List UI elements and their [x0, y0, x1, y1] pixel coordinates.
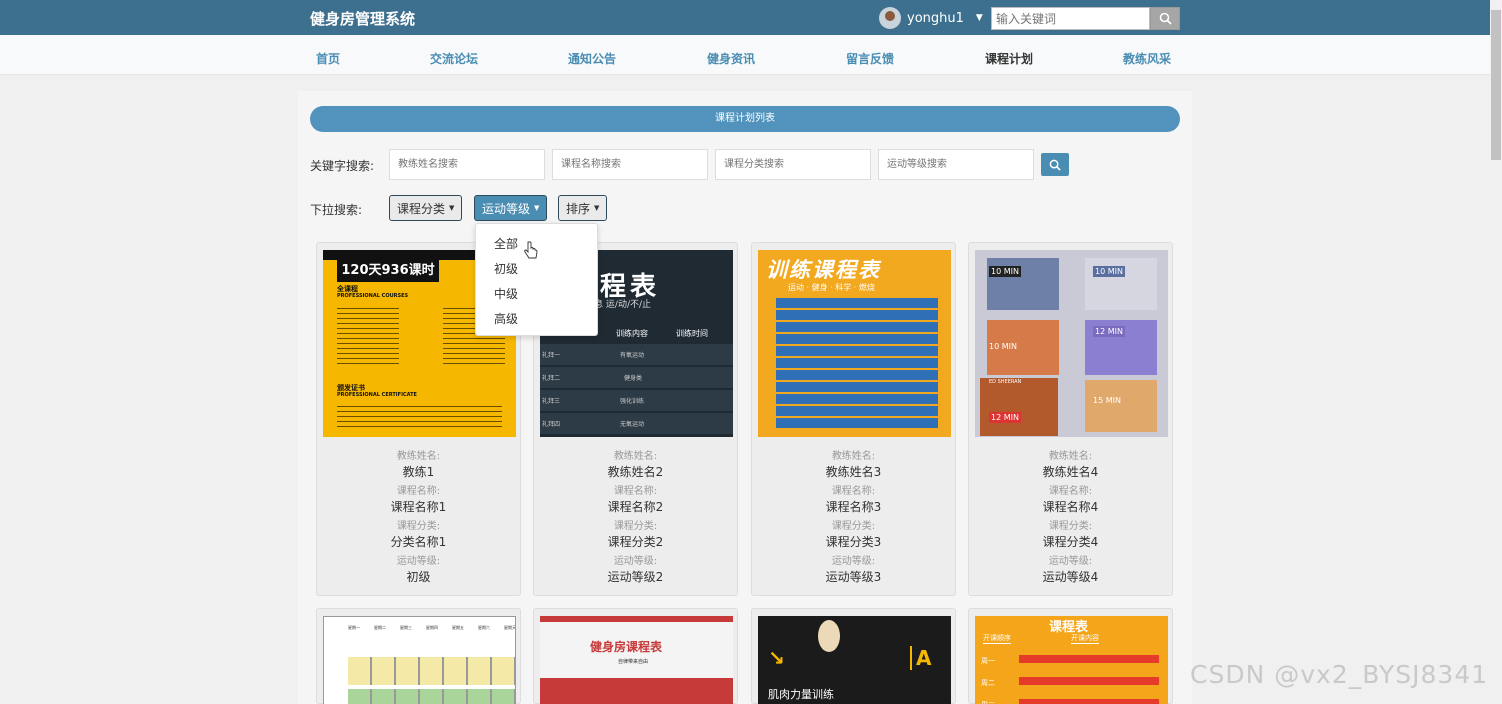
- level-value: 运动等级2: [607, 570, 664, 584]
- course-value: 课程名称4: [1042, 500, 1099, 514]
- menu-item-all[interactable]: 全部: [494, 235, 518, 252]
- nav-coach-style[interactable]: 教练风采: [1123, 50, 1171, 67]
- caret-down-icon: ▼: [534, 204, 540, 212]
- dropdown-search-label: 下拉搜索:: [310, 203, 363, 217]
- keyword-search-button[interactable]: [1041, 153, 1069, 176]
- course-image[interactable]: ↘ A 肌肉力量训练: [758, 616, 951, 704]
- coach-label: 教练姓名:: [831, 451, 876, 462]
- coach-label: 教练姓名:: [1048, 451, 1093, 462]
- course-category-dropdown[interactable]: 课程分类 ▼: [389, 195, 463, 221]
- coach-label: 教练姓名:: [396, 451, 441, 462]
- header-search-input[interactable]: [991, 7, 1150, 30]
- scrollbar-thumb[interactable]: [1491, 10, 1501, 160]
- course-image[interactable]: 健身房课程表 自律带来自由: [540, 616, 733, 704]
- level-label: 运动等级:: [1048, 556, 1093, 567]
- category-value: 分类名称1: [390, 535, 447, 549]
- level-dropdown[interactable]: 运动等级 ▼: [474, 195, 548, 221]
- course-card[interactable]: 10 MIN 10 MIN 10 MIN 12 MIN ED SHEERAN 1…: [968, 242, 1173, 596]
- course-label: 课程名称:: [831, 486, 876, 497]
- menu-item-advanced[interactable]: 高级: [494, 310, 518, 327]
- course-image[interactable]: 星期一 星期二 星期三 星期四 星期五 星期六 星期天: [323, 616, 516, 704]
- category-value: 课程分类2: [607, 535, 664, 549]
- course-card[interactable]: 训练课程表 运动 · 健身 · 科学 · 燃烧 教练姓名: 教练姓名3 课程名称…: [751, 242, 956, 596]
- nav-course-plan[interactable]: 课程计划: [985, 50, 1033, 67]
- course-card[interactable]: 健身房课程表 自律带来自由: [533, 608, 738, 704]
- top-bar: [0, 0, 1490, 35]
- course-name-search-input[interactable]: [552, 149, 708, 180]
- course-value: 课程名称2: [607, 500, 664, 514]
- menu-item-beginner[interactable]: 初级: [494, 260, 518, 277]
- course-card[interactable]: 星期一 星期二 星期三 星期四 星期五 星期六 星期天: [316, 608, 521, 704]
- dropdown-label: 排序: [566, 201, 591, 216]
- nav-home[interactable]: 首页: [316, 50, 340, 67]
- menu-item-intermediate[interactable]: 中级: [494, 285, 518, 302]
- course-value: 课程名称3: [825, 500, 882, 514]
- header-search-button[interactable]: [1150, 7, 1180, 30]
- level-value: 运动等级3: [825, 570, 882, 584]
- category-label: 课程分类:: [613, 521, 658, 532]
- level-dropdown-menu: 全部 初级 中级 高级: [475, 223, 598, 336]
- chevron-down-icon: ▼: [975, 13, 983, 23]
- level-value: 运动等级4: [1042, 570, 1099, 584]
- course-image[interactable]: 课程表 开课顺序 开课内容 周一 周二 周三: [975, 616, 1168, 704]
- category-label: 课程分类:: [831, 521, 876, 532]
- category-label: 课程分类:: [396, 521, 441, 532]
- level-label: 运动等级:: [613, 556, 658, 567]
- course-image[interactable]: 训练课程表 运动 · 健身 · 科学 · 燃烧: [758, 250, 951, 437]
- sort-dropdown[interactable]: 排序 ▼: [558, 195, 608, 221]
- level-label: 运动等级:: [831, 556, 876, 567]
- coach-value: 教练1: [402, 465, 435, 479]
- category-value: 课程分类4: [1042, 535, 1099, 549]
- arrow-icon: ↘: [768, 646, 785, 670]
- username: yonghu1: [907, 10, 964, 26]
- coach-value: 教练姓名2: [607, 465, 664, 479]
- caret-down-icon: ▼: [594, 204, 600, 212]
- coach-name-search-input[interactable]: [389, 149, 545, 180]
- dropdown-label: 课程分类: [397, 201, 446, 216]
- user-menu[interactable]: yonghu1 ▼: [879, 7, 983, 29]
- brand-title: 健身房管理系统: [310, 10, 416, 28]
- avatar: [879, 7, 901, 29]
- keyword-search-label: 关键字搜索:: [310, 159, 375, 173]
- course-card[interactable]: ↘ A 肌肉力量训练: [751, 608, 956, 704]
- course-card[interactable]: 课程表 开课顺序 开课内容 周一 周二 周三: [968, 608, 1173, 704]
- level-search-input[interactable]: [878, 149, 1034, 180]
- category-label: 课程分类:: [1048, 521, 1093, 532]
- level-label: 运动等级:: [396, 556, 441, 567]
- dropdown-label: 运动等级: [482, 201, 531, 216]
- course-category-search-input[interactable]: [715, 149, 871, 180]
- course-image[interactable]: 10 MIN 10 MIN 10 MIN 12 MIN ED SHEERAN 1…: [975, 250, 1168, 437]
- course-value: 课程名称1: [390, 500, 447, 514]
- hand-cursor-icon: [524, 241, 538, 259]
- level-value: 初级: [406, 570, 431, 584]
- course-label: 课程名称:: [613, 486, 658, 497]
- list-title: 课程计划列表: [310, 106, 1180, 132]
- category-value: 课程分类3: [825, 535, 882, 549]
- coach-label: 教练姓名:: [613, 451, 658, 462]
- nav-notices[interactable]: 通知公告: [568, 50, 616, 67]
- search-icon: [1159, 12, 1172, 25]
- course-label: 课程名称:: [1048, 486, 1093, 497]
- nav-fitness-news[interactable]: 健身资讯: [707, 50, 755, 67]
- nav-feedback[interactable]: 留言反馈: [846, 50, 894, 67]
- coach-value: 教练姓名3: [825, 465, 882, 479]
- coach-value: 教练姓名4: [1042, 465, 1099, 479]
- course-label: 课程名称:: [396, 486, 441, 497]
- watermark: CSDN @vx2_BYSJ8341: [1190, 660, 1489, 689]
- caret-down-icon: ▼: [449, 204, 455, 212]
- nav-forum[interactable]: 交流论坛: [430, 50, 478, 67]
- search-icon: [1049, 159, 1061, 171]
